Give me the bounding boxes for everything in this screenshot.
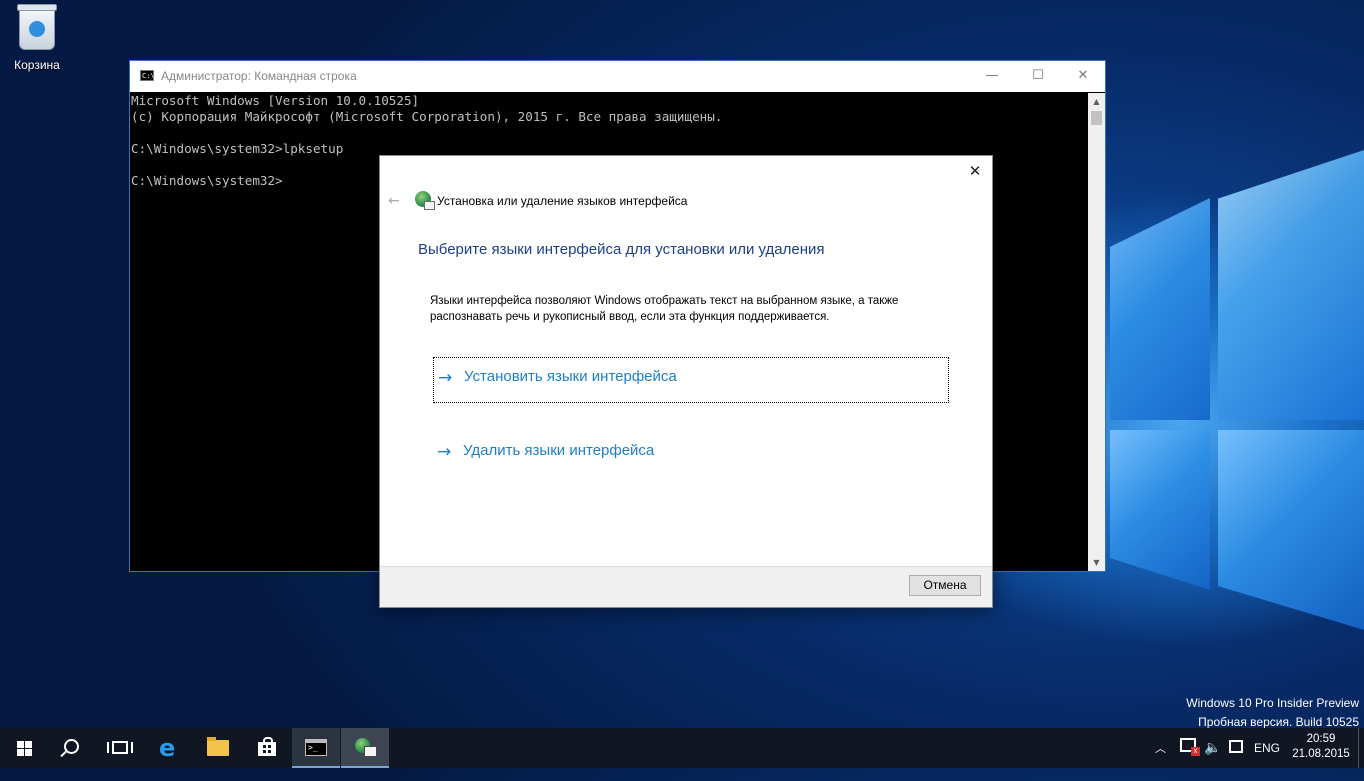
build-watermark: Windows 10 Pro Insider Preview Пробная в… (1186, 694, 1359, 732)
edge-icon: e (159, 734, 176, 762)
taskbar: e ︿ 🔈 ENG 20:59 21.08.2015 (0, 728, 1364, 768)
language-setup-icon (355, 738, 377, 757)
clock-date: 21.08.2015 (1292, 748, 1350, 760)
arrow-right-icon: → (438, 368, 453, 388)
language-setup-taskbar-button[interactable] (341, 728, 389, 768)
language-setup-dialog[interactable]: ✕ ← Установка или удаление языков интерф… (379, 155, 993, 608)
scroll-up-arrow[interactable]: ▲ (1088, 93, 1105, 110)
network-disconnected-icon[interactable] (1180, 738, 1200, 756)
clock[interactable]: 20:59 21.08.2015 (1292, 732, 1350, 772)
edge-taskbar-button[interactable]: e (146, 728, 194, 768)
recycle-bin-label: Корзина (14, 58, 60, 72)
volume-icon[interactable]: 🔈 (1204, 739, 1221, 779)
clock-time: 20:59 (1306, 733, 1336, 745)
show-desktop-button[interactable] (1358, 728, 1364, 768)
cmd-taskbar-button[interactable] (292, 728, 340, 768)
store-taskbar-button[interactable] (243, 728, 291, 768)
start-button[interactable] (0, 728, 48, 768)
task-view-button[interactable] (96, 728, 144, 768)
install-languages-option[interactable]: → Установить языки интерфейса (433, 357, 949, 403)
cmd-icon (305, 739, 327, 756)
windows-logo-icon (17, 741, 32, 756)
search-icon (64, 739, 79, 754)
show-hidden-icons-chevron-icon[interactable]: ︿ (1155, 740, 1166, 780)
maximize-button[interactable]: ☐ (1015, 61, 1061, 92)
cmd-window-title: Администратор: Командная строка (161, 69, 357, 83)
action-center-icon[interactable] (1229, 740, 1243, 753)
console-line: (c) Корпорация Майкрософт (Microsoft Cor… (131, 109, 723, 124)
cmd-title-bar[interactable]: C:\ Администратор: Командная строка — ☐ … (130, 61, 1105, 92)
close-button[interactable]: ✕ (1060, 61, 1106, 92)
recycle-bin-icon (17, 4, 57, 50)
arrow-right-icon: → (437, 442, 452, 462)
minimize-button[interactable]: — (969, 61, 1015, 92)
dialog-description: Языки интерфейса позволяют Windows отобр… (430, 295, 899, 323)
scroll-thumb[interactable] (1091, 111, 1102, 125)
scroll-down-arrow[interactable]: ▼ (1088, 554, 1105, 571)
search-button[interactable] (48, 728, 96, 768)
store-icon (258, 737, 276, 756)
watermark-edition: Windows 10 Pro Insider Preview (1186, 696, 1359, 710)
file-explorer-icon (207, 737, 229, 756)
install-languages-label: Установить языки интерфейса (464, 368, 677, 385)
uninstall-languages-label: Удалить языки интерфейса (463, 442, 655, 459)
dialog-heading: Выберите языки интерфейса для установки … (418, 241, 825, 258)
wallpaper-logo-pane (1218, 150, 1364, 420)
console-line: Microsoft Windows [Version 10.0.10525] (131, 93, 420, 108)
task-view-icon (107, 741, 133, 754)
uninstall-languages-option[interactable]: → Удалить языки интерфейса (433, 432, 949, 478)
wallpaper-logo-pane (1218, 430, 1364, 630)
recycle-bin-shortcut[interactable]: Корзина (6, 4, 68, 72)
dialog-title: Установка или удаление языков интерфейса (437, 194, 688, 208)
vertical-scrollbar[interactable]: ▲ ▼ (1088, 93, 1105, 571)
cancel-button[interactable]: Отмена (909, 575, 981, 596)
cmd-window-icon: C:\ (140, 70, 155, 81)
wallpaper-logo-pane (1110, 430, 1210, 590)
dialog-footer: Отмена (380, 566, 992, 607)
language-globe-icon (415, 191, 435, 210)
dialog-close-button[interactable]: ✕ (960, 158, 990, 184)
wallpaper-logo-pane (1110, 198, 1210, 420)
explorer-taskbar-button[interactable] (194, 728, 242, 768)
input-language-indicator[interactable]: ENG (1254, 741, 1280, 781)
back-arrow-icon[interactable]: ← (388, 193, 400, 209)
